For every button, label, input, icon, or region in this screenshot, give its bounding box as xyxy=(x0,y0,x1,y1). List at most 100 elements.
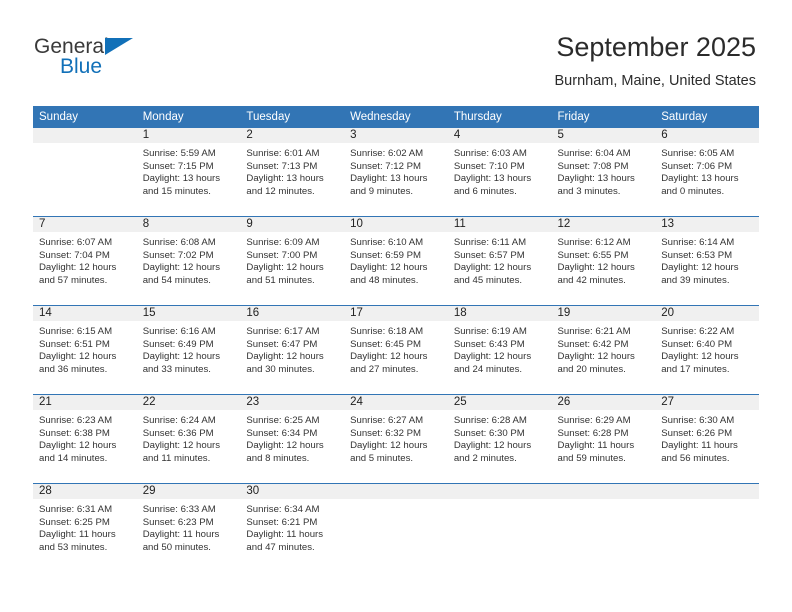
daylight-duration-line1: Daylight: 11 hours xyxy=(39,529,116,541)
daylight-duration-line1: Daylight: 13 hours xyxy=(246,173,324,185)
day-cell[interactable]: 5 Sunrise: 6:04 AM Sunset: 7:08 PM Daylight… xyxy=(551,128,656,216)
day-number: 25 xyxy=(447,395,552,410)
daylight-duration-line1: Daylight: 13 hours xyxy=(350,173,428,185)
daylight-duration-line1: Daylight: 12 hours xyxy=(661,262,739,274)
sunrise-time: Sunrise: 6:12 AM xyxy=(557,237,631,248)
calendar-week-row: 28 Sunrise: 6:31 AM Sunset: 6:25 PM Dayligh… xyxy=(33,483,759,572)
calendar-page: General Blue September 2025 Burnham, Mai… xyxy=(0,0,792,612)
day-cell[interactable]: 18 Sunrise: 6:19 AM Sunset: 6:43 PM Dayligh… xyxy=(447,306,552,394)
general-blue-logo[interactable]: General Blue xyxy=(34,36,214,86)
day-details: Sunrise: 6:03 AM Sunset: 7:10 PM Daylight:… xyxy=(448,143,552,198)
day-number: 3 xyxy=(344,128,448,143)
day-cell[interactable]: 20 Sunrise: 6:22 AM Sunset: 6:40 PM Dayligh… xyxy=(655,306,759,394)
day-cell[interactable]: 2 Sunrise: 6:01 AM Sunset: 7:13 PM Daylight… xyxy=(240,128,345,216)
daylight-duration-line1: Daylight: 11 hours xyxy=(142,529,220,541)
daylight-duration-line1: Daylight: 11 hours xyxy=(246,529,324,541)
day-cell[interactable]: 23 Sunrise: 6:25 AM Sunset: 6:34 PM Dayligh… xyxy=(240,395,345,483)
day-number: 17 xyxy=(344,306,448,321)
sunset-time: Sunset: 7:04 PM xyxy=(39,249,110,261)
day-details: Sunrise: 6:16 AM Sunset: 6:49 PM Daylight:… xyxy=(137,321,241,376)
calendar-week-row: 21 Sunrise: 6:23 AM Sunset: 6:38 PM Dayligh… xyxy=(33,394,759,483)
day-details: Sunrise: 6:19 AM Sunset: 6:43 PM Daylight:… xyxy=(448,321,552,376)
day-cell[interactable]: 14 Sunrise: 6:15 AM Sunset: 6:51 PM Dayligh… xyxy=(33,306,137,394)
day-details: Sunrise: 6:04 AM Sunset: 7:08 PM Daylight:… xyxy=(552,143,656,198)
day-cell[interactable]: 28 Sunrise: 6:31 AM Sunset: 6:25 PM Dayligh… xyxy=(33,484,137,572)
day-cell[interactable]: 4 Sunrise: 6:03 AM Sunset: 7:10 PM Daylight… xyxy=(447,128,552,216)
day-cell[interactable]: 8 Sunrise: 6:08 AM Sunset: 7:02 PM Daylight… xyxy=(136,217,241,305)
daylight-duration-line1: Daylight: 13 hours xyxy=(661,173,739,185)
daylight-duration-line1: Daylight: 12 hours xyxy=(453,262,532,274)
sunrise-time: Sunrise: 6:17 AM xyxy=(246,326,320,337)
sunrise-time: Sunrise: 6:24 AM xyxy=(142,415,216,426)
day-cell[interactable]: 30 Sunrise: 6:34 AM Sunset: 6:21 PM Dayligh… xyxy=(240,484,345,572)
day-cell[interactable]: 12 Sunrise: 6:12 AM Sunset: 6:55 PM Dayligh… xyxy=(551,217,656,305)
day-cell-empty xyxy=(447,484,552,572)
day-cell[interactable]: 10 Sunrise: 6:10 AM Sunset: 6:59 PM Dayligh… xyxy=(344,217,448,305)
day-cell[interactable]: 13 Sunrise: 6:14 AM Sunset: 6:53 PM Dayligh… xyxy=(655,217,759,305)
daylight-duration-line2: and 59 minutes. xyxy=(557,452,626,464)
daylight-duration-line2: and 56 minutes. xyxy=(661,452,730,464)
page-title: September 2025 xyxy=(556,32,756,62)
day-number xyxy=(33,128,137,143)
day-details: Sunrise: 6:12 AM Sunset: 6:55 PM Daylight:… xyxy=(552,232,656,287)
daylight-duration-line1: Daylight: 12 hours xyxy=(142,440,221,452)
sunset-time: Sunset: 7:13 PM xyxy=(246,160,318,172)
daylight-duration-line2: and 27 minutes. xyxy=(350,363,419,375)
day-details xyxy=(552,499,656,504)
day-cell[interactable]: 19 Sunrise: 6:21 AM Sunset: 6:42 PM Dayligh… xyxy=(551,306,656,394)
sunset-time: Sunset: 6:47 PM xyxy=(246,338,318,350)
day-cell[interactable]: 27 Sunrise: 6:30 AM Sunset: 6:26 PM Dayligh… xyxy=(655,395,759,483)
sunrise-time: Sunrise: 6:10 AM xyxy=(350,237,424,248)
day-cell[interactable]: 29 Sunrise: 6:33 AM Sunset: 6:23 PM Dayligh… xyxy=(136,484,241,572)
day-cell[interactable]: 21 Sunrise: 6:23 AM Sunset: 6:38 PM Dayligh… xyxy=(33,395,137,483)
weekday-header-wednesday: Wednesday xyxy=(350,111,411,123)
day-cell[interactable]: 1 Sunrise: 5:59 AM Sunset: 7:15 PM Daylight… xyxy=(136,128,241,216)
daylight-duration-line1: Daylight: 13 hours xyxy=(453,173,532,185)
day-cell[interactable]: 11 Sunrise: 6:11 AM Sunset: 6:57 PM Dayligh… xyxy=(447,217,552,305)
sunset-time: Sunset: 7:12 PM xyxy=(350,160,422,172)
sunset-time: Sunset: 6:32 PM xyxy=(350,427,422,439)
calendar-week-row: 1 Sunrise: 5:59 AM Sunset: 7:15 PM Daylight… xyxy=(33,128,759,216)
daylight-duration-line2: and 45 minutes. xyxy=(453,274,523,286)
daylight-duration-line1: Daylight: 11 hours xyxy=(661,440,738,452)
day-cell[interactable]: 6 Sunrise: 6:05 AM Sunset: 7:06 PM Daylight… xyxy=(655,128,759,216)
day-details xyxy=(655,499,759,504)
sunset-time: Sunset: 6:43 PM xyxy=(453,338,525,350)
sunset-time: Sunset: 6:42 PM xyxy=(557,338,629,350)
daylight-duration-line1: Daylight: 12 hours xyxy=(39,262,117,274)
daylight-duration-line2: and 3 minutes. xyxy=(557,185,621,197)
sunset-time: Sunset: 6:51 PM xyxy=(39,338,110,350)
daylight-duration-line2: and 0 minutes. xyxy=(661,185,725,197)
day-cell[interactable]: 3 Sunrise: 6:02 AM Sunset: 7:12 PM Daylight… xyxy=(344,128,448,216)
sunset-time: Sunset: 6:34 PM xyxy=(246,427,318,439)
daylight-duration-line2: and 54 minutes. xyxy=(142,274,211,286)
day-details: Sunrise: 6:33 AM Sunset: 6:23 PM Daylight:… xyxy=(137,499,241,554)
day-cell[interactable]: 22 Sunrise: 6:24 AM Sunset: 6:36 PM Dayligh… xyxy=(136,395,241,483)
daylight-duration-line1: Daylight: 12 hours xyxy=(557,262,635,274)
day-number: 15 xyxy=(136,306,241,321)
day-cell[interactable]: 17 Sunrise: 6:18 AM Sunset: 6:45 PM Dayligh… xyxy=(344,306,448,394)
day-cell[interactable]: 9 Sunrise: 6:09 AM Sunset: 7:00 PM Daylight… xyxy=(240,217,345,305)
daylight-duration-line2: and 57 minutes. xyxy=(39,274,108,286)
day-details: Sunrise: 6:24 AM Sunset: 6:36 PM Daylight:… xyxy=(137,410,241,465)
sunrise-time: Sunrise: 6:04 AM xyxy=(557,148,631,159)
sunrise-time: Sunrise: 6:29 AM xyxy=(557,415,631,426)
day-details xyxy=(344,499,448,504)
daylight-duration-line2: and 47 minutes. xyxy=(246,541,315,553)
day-cell-empty xyxy=(655,484,759,572)
day-cell[interactable]: 26 Sunrise: 6:29 AM Sunset: 6:28 PM Dayligh… xyxy=(551,395,656,483)
day-cell[interactable]: 7 Sunrise: 6:07 AM Sunset: 7:04 PM Daylight… xyxy=(33,217,137,305)
day-cell[interactable]: 15 Sunrise: 6:16 AM Sunset: 6:49 PM Dayligh… xyxy=(136,306,241,394)
day-cell[interactable]: 24 Sunrise: 6:27 AM Sunset: 6:32 PM Dayligh… xyxy=(344,395,448,483)
day-number xyxy=(655,484,759,499)
daylight-duration-line2: and 15 minutes. xyxy=(142,185,211,197)
sunset-time: Sunset: 6:40 PM xyxy=(661,338,733,350)
day-cell[interactable]: 25 Sunrise: 6:28 AM Sunset: 6:30 PM Dayligh… xyxy=(447,395,552,483)
day-number: 13 xyxy=(655,217,759,232)
week-cells: 1 Sunrise: 5:59 AM Sunset: 7:15 PM Daylight… xyxy=(33,128,759,216)
day-cell[interactable]: 16 Sunrise: 6:17 AM Sunset: 6:47 PM Dayligh… xyxy=(240,306,345,394)
sunset-time: Sunset: 6:38 PM xyxy=(39,427,110,439)
daylight-duration-line2: and 5 minutes. xyxy=(350,452,414,464)
day-number: 26 xyxy=(551,395,656,410)
sunrise-time: Sunrise: 6:22 AM xyxy=(661,326,735,337)
